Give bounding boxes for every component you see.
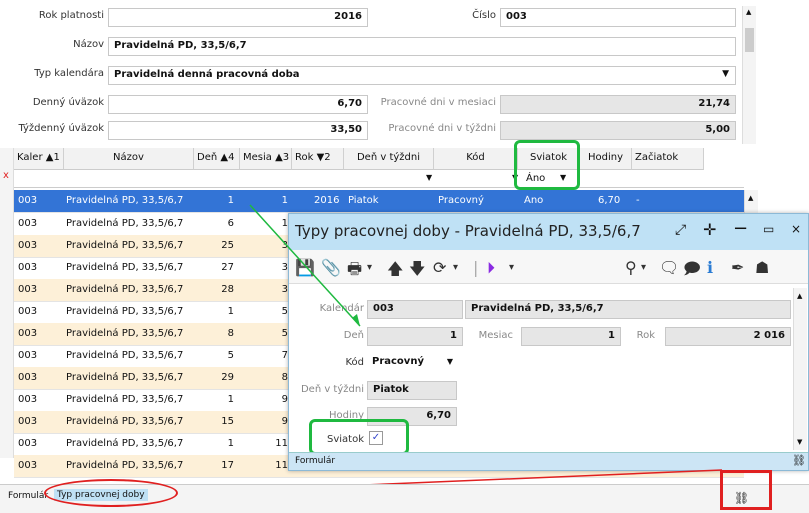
- status-tab-formular[interactable]: Formulár: [8, 491, 48, 501]
- green-arrow-head: [352, 314, 360, 326]
- annotation-red-box: [720, 470, 772, 510]
- annotation-ellipse: [44, 479, 178, 507]
- green-arrow-line: [249, 204, 361, 327]
- annotation-arrows: [192, 204, 723, 497]
